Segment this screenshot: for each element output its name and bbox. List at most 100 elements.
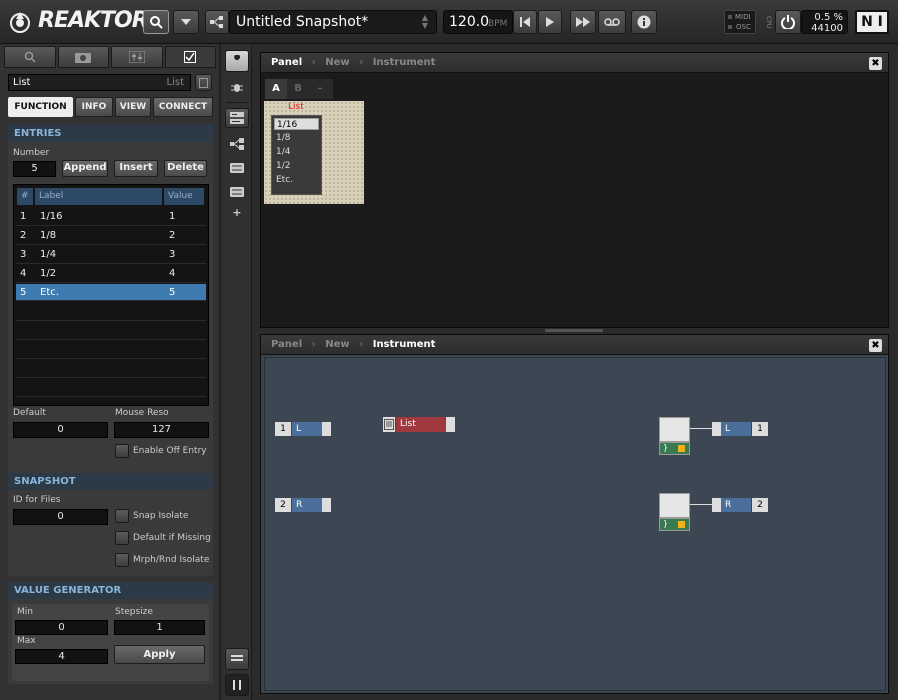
rewind-button[interactable] xyxy=(513,10,537,34)
structure-view-button[interactable] xyxy=(225,134,249,154)
breadcrumb-separator-icon: › xyxy=(359,57,364,68)
table-row[interactable]: 3 1/4 3 xyxy=(16,245,206,264)
port-connector-icon[interactable] xyxy=(446,417,455,432)
snapshot-stepper-icon[interactable]: ▲ ▼ xyxy=(422,14,428,30)
port-connector-icon[interactable] xyxy=(322,498,331,512)
output-port-left[interactable]: L 1 xyxy=(712,422,768,436)
menu-dropdown-button[interactable] xyxy=(173,10,199,34)
mrph-rnd-isolate-checkbox[interactable] xyxy=(115,553,129,567)
structure-icon xyxy=(230,138,244,150)
breadcrumb-panel[interactable]: Panel xyxy=(271,339,302,350)
table-row[interactable]: 2 1/8 2 xyxy=(16,226,206,245)
panel-tab-minus[interactable]: – xyxy=(309,79,331,99)
info-button[interactable] xyxy=(631,10,657,34)
ni-logo[interactable]: N I xyxy=(855,10,889,34)
port-connector-icon[interactable] xyxy=(712,498,721,512)
power-button[interactable] xyxy=(775,10,801,34)
pause-icon xyxy=(233,680,241,690)
merge-module[interactable]: } xyxy=(659,417,690,455)
port-connector-icon[interactable] xyxy=(322,422,331,436)
subtabs: FUNCTION INFO VIEW CONNECT xyxy=(8,97,213,117)
list-widget-item[interactable]: 1/4 xyxy=(274,146,319,159)
breadcrumb-panel[interactable]: Panel xyxy=(271,57,302,68)
tab-browser[interactable] xyxy=(4,46,56,68)
panel-tab-b[interactable]: B xyxy=(287,79,309,99)
tab-properties[interactable] xyxy=(164,46,216,68)
properties-toggle-button[interactable] xyxy=(225,158,249,178)
debug-button[interactable] xyxy=(225,76,249,98)
module-type-button[interactable] xyxy=(195,74,212,91)
snapshot-selector[interactable]: Untitled Snapshot* ▲ ▼ xyxy=(229,10,437,34)
table-row[interactable]: 1 1/16 1 xyxy=(16,207,206,226)
list-widget-item[interactable]: 1/2 xyxy=(274,160,319,173)
tab-function-label: FUNCTION xyxy=(14,102,67,112)
tab-function[interactable]: FUNCTION xyxy=(8,97,73,117)
stepsize-field[interactable]: 1 xyxy=(114,620,205,635)
snapshot-icon-button[interactable] xyxy=(205,10,229,34)
port-connector-icon[interactable] xyxy=(712,422,721,436)
snap-isolate-checkbox[interactable] xyxy=(115,509,129,523)
row-num: 4 xyxy=(20,268,27,279)
module-name-field[interactable]: List List xyxy=(8,74,191,91)
search-button[interactable] xyxy=(143,10,169,34)
panel-tab-a[interactable]: A xyxy=(265,79,287,99)
mouse-reso-field[interactable]: 127 xyxy=(114,422,209,438)
number-field[interactable]: 5 xyxy=(13,161,56,177)
enable-off-entry-label: Enable Off Entry xyxy=(133,446,207,456)
tab-view[interactable]: VIEW xyxy=(115,97,151,117)
list-widget-item-selected[interactable]: 1/16 xyxy=(274,118,319,130)
id-for-files-field[interactable]: 0 xyxy=(13,509,108,525)
splitter-handle[interactable] xyxy=(545,329,603,332)
row-label: 1/8 xyxy=(40,230,57,241)
breadcrumb-instrument[interactable]: Instrument xyxy=(373,339,436,350)
list-icon xyxy=(231,655,243,661)
delete-button[interactable]: Delete xyxy=(164,160,207,177)
enable-off-entry-checkbox[interactable] xyxy=(115,444,129,458)
play-button[interactable] xyxy=(538,10,562,34)
panel-view-button[interactable] xyxy=(225,108,249,128)
input-port-left[interactable]: 1 L xyxy=(275,422,331,436)
insert-button[interactable]: Insert xyxy=(114,160,158,177)
table-row-selected[interactable]: 5 Etc. 5 xyxy=(16,284,206,301)
list-module[interactable]: List xyxy=(383,417,455,432)
record-button[interactable] xyxy=(598,10,626,34)
close-icon[interactable]: ✖ xyxy=(869,339,882,352)
toolbar: REAKTOR Untitled Snapshot* ▲ ▼ 120.0 BPM … xyxy=(0,0,898,44)
default-field[interactable]: 0 xyxy=(13,422,108,438)
breadcrumb-new[interactable]: New xyxy=(325,339,349,350)
tab-connect[interactable]: CONNECT xyxy=(153,97,213,117)
min-field[interactable]: 0 xyxy=(15,620,108,635)
tab-snapshots[interactable] xyxy=(57,46,109,68)
wrench-button[interactable] xyxy=(225,50,249,72)
add-view-button[interactable]: + xyxy=(225,206,249,220)
midi-label: MIDI xyxy=(735,13,751,21)
max-field[interactable]: 4 xyxy=(15,649,108,664)
row-label: 1/4 xyxy=(40,249,57,260)
tab-info[interactable]: INFO xyxy=(75,97,113,117)
fast-forward-button[interactable] xyxy=(570,10,596,34)
tempo-unit: BPM xyxy=(488,19,508,29)
breadcrumb-instrument[interactable]: Instrument xyxy=(373,57,436,68)
input-port-left-name: L xyxy=(292,422,322,436)
default-if-missing-checkbox[interactable] xyxy=(115,531,129,545)
list-widget-item[interactable]: 1/8 xyxy=(274,132,319,145)
table-row[interactable]: 4 1/2 4 xyxy=(16,264,206,283)
breadcrumb-new[interactable]: New xyxy=(325,57,349,68)
tab-mixer[interactable] xyxy=(111,46,163,68)
append-button[interactable]: Append xyxy=(62,160,108,177)
mixer-toggle-button[interactable] xyxy=(225,182,249,202)
input-port-right[interactable]: 2 R xyxy=(275,498,331,512)
list-widget-item[interactable]: Etc. xyxy=(274,174,319,187)
list-view-button[interactable] xyxy=(225,648,249,670)
output-port-right[interactable]: R 2 xyxy=(712,498,768,512)
apply-button[interactable]: Apply xyxy=(114,645,205,664)
reaktor-logo-icon xyxy=(8,10,32,34)
close-icon[interactable]: ✖ xyxy=(869,57,882,70)
structure-canvas[interactable] xyxy=(264,357,886,691)
merge-module[interactable]: } xyxy=(659,493,690,531)
pause-button[interactable] xyxy=(225,674,249,696)
breadcrumb-separator-icon: › xyxy=(359,339,364,350)
tempo-display[interactable]: 120.0 BPM xyxy=(443,10,513,34)
list-widget[interactable]: 1/16 1/8 1/4 1/2 Etc. xyxy=(271,115,322,195)
sample-rate: 44100 xyxy=(811,23,843,34)
